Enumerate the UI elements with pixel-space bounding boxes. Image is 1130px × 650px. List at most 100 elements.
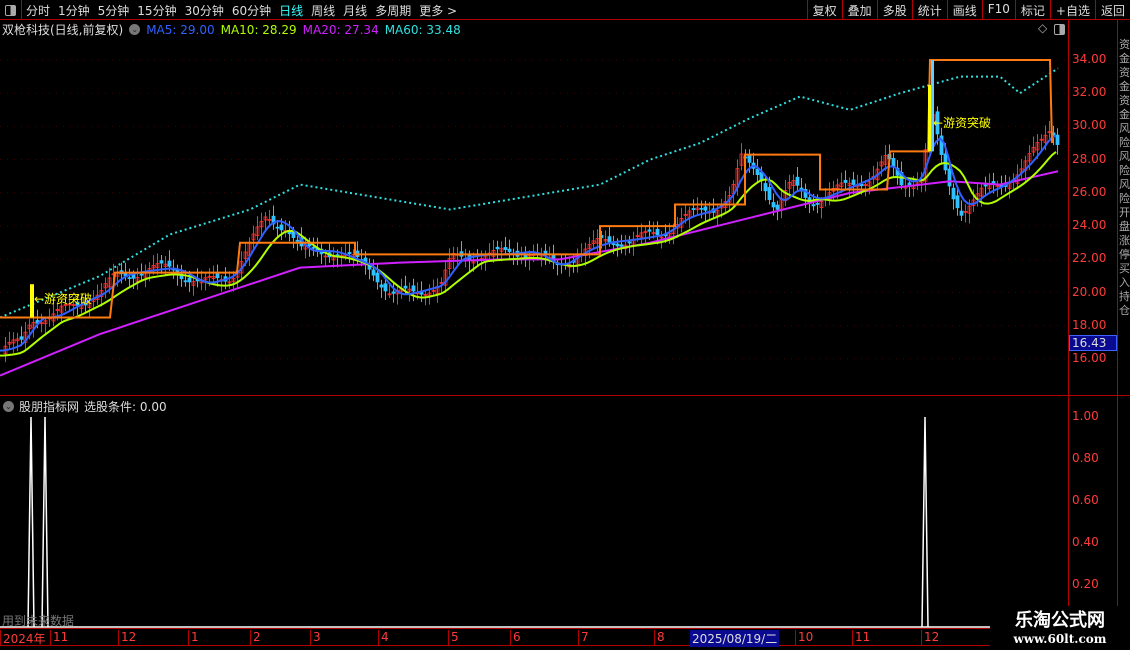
price-tick-label: 32.00	[1072, 85, 1107, 100]
date-label: 11	[50, 630, 68, 646]
signal-spike	[27, 416, 35, 628]
candle-body	[615, 243, 620, 247]
panel-toggle-button[interactable]	[0, 0, 22, 20]
candle-body	[139, 273, 144, 276]
signal-spike	[921, 416, 929, 628]
price-tick-label: 30.00	[1072, 118, 1107, 133]
ma60-value: MA60: 33.48	[384, 22, 461, 37]
candle-body	[763, 183, 768, 192]
candle-body	[347, 251, 352, 255]
candle-body	[391, 291, 396, 294]
panel-divider	[0, 395, 1130, 396]
candle-body	[699, 207, 704, 210]
candle-body	[691, 208, 696, 210]
ma20-value: MA20: 27.34	[302, 22, 379, 37]
candle-body	[947, 168, 952, 187]
date-label: 2024年	[0, 630, 46, 646]
stock-title: 双枪科技(日线,前复权)	[2, 23, 124, 37]
future-data-warning: 用到未来数据	[2, 614, 75, 628]
candle-body	[647, 229, 652, 232]
candle-body	[19, 336, 24, 340]
signal-bar	[931, 60, 934, 152]
candle-body	[843, 179, 848, 183]
toolbar: 分时 1分钟 5分钟 15分钟 30分钟 60分钟 日线 周线 月线 多周期 更多 > 复权 叠加 多股…	[0, 0, 1130, 20]
period-tab[interactable]: 更多 >	[419, 2, 457, 19]
diamond-icon[interactable]: ◇	[1038, 21, 1047, 35]
toolbar-button[interactable]: +自选	[1049, 0, 1095, 20]
candle-body	[851, 179, 856, 185]
candle-body	[795, 176, 800, 186]
breakout-annotation: ←游资突破	[34, 292, 93, 306]
ma60-line	[0, 67, 1059, 319]
watermark-logo: 乐淘公式网 www.60lt.com	[990, 606, 1130, 650]
price-tick-label: 26.00	[1072, 184, 1107, 199]
candle-body	[619, 244, 624, 247]
candle-body	[811, 204, 816, 207]
toolbar-button[interactable]: 复权	[806, 0, 842, 20]
ma5-value: MA5: 29.00	[146, 22, 215, 37]
candle-body	[655, 228, 660, 236]
price-tick-label: 16.00	[1072, 350, 1107, 365]
indicator-tick-label: 0.80	[1072, 451, 1099, 465]
period-tab[interactable]: 60分钟	[232, 2, 271, 19]
period-tab[interactable]: 月线	[343, 2, 367, 19]
candle-body	[767, 187, 772, 200]
chevron-down-icon[interactable]: ⌄	[3, 401, 14, 412]
signal-spike	[41, 416, 49, 628]
current-price-tag: 16.43	[1069, 335, 1117, 351]
candle-body	[295, 239, 300, 242]
indicator-name: 股朋指标网	[19, 400, 80, 414]
candle-body	[507, 248, 512, 252]
price-chart[interactable]	[0, 0, 1130, 650]
date-label: 12	[118, 630, 136, 646]
candle-body	[747, 154, 752, 163]
candle-body	[891, 158, 896, 167]
right-side-text: 资金资金资金风险风险风险开盘涨停买入持仓	[1119, 38, 1130, 317]
period-tab[interactable]: 15分钟	[137, 2, 176, 19]
toolbar-button[interactable]: 标记	[1014, 0, 1050, 20]
period-tab[interactable]: 日线	[279, 2, 303, 19]
period-tab[interactable]: 5分钟	[98, 2, 130, 19]
toolbar-button[interactable]: 返回	[1094, 0, 1130, 20]
chevron-down-icon[interactable]: ⌄	[129, 24, 141, 35]
period-tab[interactable]: 分时	[26, 2, 50, 19]
date-label: 7	[578, 630, 589, 646]
candle-body	[187, 277, 192, 283]
price-tick-label: 20.00	[1072, 284, 1107, 299]
candle-body	[775, 204, 780, 210]
column-divider	[1117, 20, 1118, 628]
period-tab[interactable]: 多周期	[375, 2, 411, 19]
indicator-tick-label: 0.40	[1072, 535, 1099, 549]
candle-body	[183, 280, 188, 283]
sidebar-toggle-icon	[5, 4, 16, 16]
toolbar-button[interactable]: 统计	[911, 0, 947, 20]
chart-info-bar: 双枪科技(日线,前复权) ⌄ MA5: 29.00 MA10: 28.29 MA…	[2, 21, 461, 38]
candle-body	[703, 206, 708, 211]
candle-body	[495, 246, 500, 250]
candle-body	[755, 168, 760, 176]
toolbar-buttons: 复权 叠加 多股 统计 画线 F10 标记 +自选 返回	[806, 0, 1130, 20]
price-tick-label: 24.00	[1072, 218, 1107, 233]
candle-body	[607, 236, 612, 243]
candle-body	[379, 284, 384, 288]
candle-body	[611, 243, 616, 246]
date-label: 5	[448, 630, 459, 646]
panel-toggle-icon[interactable]	[1054, 24, 1065, 35]
toolbar-button[interactable]: 叠加	[841, 0, 877, 20]
candle-body	[375, 272, 380, 283]
candle-body	[503, 247, 508, 250]
cursor-date: 2025/08/19/二	[690, 630, 780, 647]
price-tick-label: 22.00	[1072, 251, 1107, 266]
period-tab[interactable]: 周线	[311, 2, 335, 19]
toolbar-button[interactable]: 画线	[946, 0, 982, 20]
toolbar-button[interactable]: F10	[981, 0, 1015, 20]
period-tab[interactable]: 1分钟	[58, 2, 90, 19]
candle-body	[951, 187, 956, 200]
toolbar-button[interactable]: 多股	[876, 0, 912, 20]
candle-body	[815, 202, 820, 205]
breakout-annotation: ←游资突破	[933, 116, 992, 130]
period-tab[interactable]: 30分钟	[185, 2, 224, 19]
date-label: 10	[795, 630, 813, 646]
candle-body	[311, 246, 316, 249]
indicator-header: ⌄ 股朋指标网 选股条件: 0.00	[3, 398, 167, 415]
